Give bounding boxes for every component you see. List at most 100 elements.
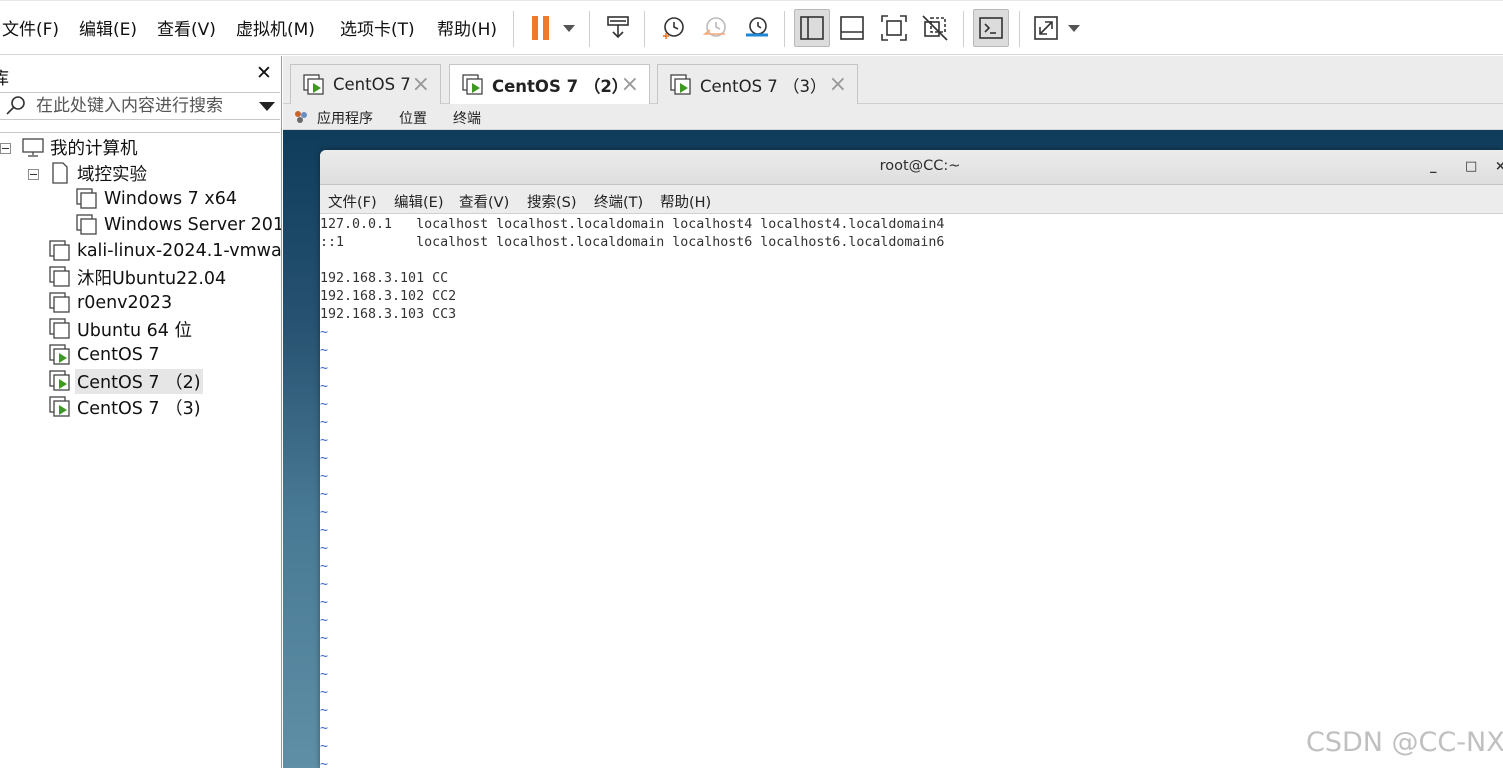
- applications-menu[interactable]: 应用程序: [317, 108, 373, 128]
- vm-icon: [49, 292, 70, 313]
- toolbar-separator: [784, 11, 785, 47]
- tree-item-label: r0env2023: [77, 293, 173, 313]
- pause-icon: [532, 16, 549, 40]
- vm-running-icon: [303, 73, 324, 95]
- places-menu[interactable]: 位置: [399, 108, 427, 128]
- tab-label: CentOS 7 （2）: [492, 77, 629, 96]
- vim-tilde-line: ~: [320, 613, 329, 628]
- show-library-button[interactable]: [794, 9, 830, 47]
- vim-tilde-line: ~: [320, 559, 329, 574]
- menu-view[interactable]: 查看(V): [157, 15, 216, 40]
- tree-item-label: 沐阳Ubuntu22.04: [77, 268, 227, 289]
- show-thumbnail-icon: [840, 16, 864, 40]
- menu-file[interactable]: 文件(F): [2, 15, 59, 40]
- folder-icon: [52, 162, 68, 184]
- terminal-menu-file[interactable]: 文件(F): [328, 191, 377, 212]
- tree-item-centos7[interactable]: CentOS 7: [49, 343, 162, 367]
- menu-tabs[interactable]: 选项卡(T): [340, 15, 415, 40]
- terminal-line: ::1 localhost localhost.localdomain loca…: [320, 235, 945, 250]
- guest-top-panel: 应用程序 位置 终端: [283, 104, 1503, 130]
- terminal-menu-terminal[interactable]: 终端(T): [594, 191, 643, 212]
- vim-tilde-line: ~: [320, 739, 329, 754]
- vim-tilde-line: ~: [320, 757, 329, 768]
- vm-icon: [76, 214, 97, 235]
- tab-centos7[interactable]: CentOS 7 ×: [290, 64, 441, 104]
- tab-close-button[interactable]: ×: [412, 72, 430, 97]
- vim-tilde-line: ~: [320, 523, 329, 538]
- full-screen-button[interactable]: [876, 9, 912, 47]
- stretch-guest-icon: [1034, 16, 1058, 40]
- tree-item-domain-lab-folder[interactable]: 域控实验: [49, 161, 149, 185]
- tab-label: CentOS 7 （3）: [700, 76, 827, 96]
- menu-vm[interactable]: 虚拟机(M): [236, 15, 315, 40]
- tree-item-centos7-3[interactable]: CentOS 7 （3): [49, 395, 203, 419]
- tree-item-kali[interactable]: kali-linux-2024.1-vmware: [49, 239, 281, 263]
- stretch-dropdown-arrow[interactable]: [1068, 25, 1080, 32]
- tree-item-ubuntu2204[interactable]: 沐阳Ubuntu22.04: [49, 265, 228, 289]
- tree-item-label: Windows 7 x64: [104, 189, 238, 209]
- pause-button[interactable]: [523, 9, 559, 47]
- library-search: [0, 92, 280, 120]
- stretch-guest-button[interactable]: [1028, 9, 1064, 47]
- library-search-input[interactable]: [36, 94, 250, 118]
- vim-tilde-line: ~: [320, 451, 329, 466]
- toolbar-separator: [589, 11, 590, 47]
- tree-item-r0env2023[interactable]: r0env2023: [49, 291, 174, 315]
- toolbar-separator: [963, 11, 964, 47]
- tree-item-windows-server[interactable]: Windows Server 2019: [76, 213, 281, 237]
- vim-tilde-line: ~: [320, 649, 329, 664]
- library-close-button[interactable]: ✕: [256, 62, 272, 84]
- terminal-content[interactable]: 127.0.0.1 localhost localhost.localdomai…: [320, 214, 1503, 768]
- console-view-button[interactable]: [973, 9, 1009, 47]
- vm-running-icon: [49, 396, 70, 417]
- vim-tilde-line: ~: [320, 667, 329, 682]
- close-button[interactable]: ×: [1495, 159, 1503, 174]
- vim-tilde-line: ~: [320, 361, 329, 376]
- take-snapshot-button[interactable]: [655, 9, 691, 47]
- console-view-icon: [979, 17, 1003, 39]
- tree-item-windows7[interactable]: Windows 7 x64: [76, 187, 239, 211]
- vim-tilde-line: ~: [320, 325, 329, 340]
- tab-label: CentOS 7: [333, 75, 411, 94]
- snapshot-manager-button[interactable]: [739, 9, 775, 47]
- menu-edit[interactable]: 编辑(E): [79, 15, 137, 40]
- vim-tilde-line: ~: [320, 415, 329, 430]
- vim-tilde-line: ~: [320, 595, 329, 610]
- search-dropdown-arrow[interactable]: [259, 102, 275, 111]
- unity-button[interactable]: [917, 9, 953, 47]
- terminal-titlebar[interactable]: root@CC:~ _ □ ×: [320, 150, 1503, 185]
- terminal-menu-edit[interactable]: 编辑(E): [394, 191, 443, 212]
- terminal-menu-search[interactable]: 搜索(S): [527, 191, 577, 212]
- menu-help[interactable]: 帮助(H): [437, 15, 497, 40]
- terminal-menu-help[interactable]: 帮助(H): [660, 191, 711, 212]
- maximize-button[interactable]: □: [1465, 159, 1477, 174]
- terminal-menu-view[interactable]: 查看(V): [459, 191, 509, 212]
- tab-centos7-3[interactable]: CentOS 7 （3） ×: [657, 64, 858, 104]
- send-ctrl-alt-del-button[interactable]: [600, 9, 636, 47]
- vm-icon: [49, 318, 70, 339]
- vim-tilde-line: ~: [320, 505, 329, 520]
- vim-tilde-line: ~: [320, 631, 329, 646]
- search-icon: [6, 96, 25, 115]
- terminal-title: root@CC:~: [879, 158, 961, 174]
- pause-dropdown-arrow[interactable]: [563, 25, 575, 32]
- applications-icon: [295, 111, 307, 123]
- tree-item-my-computer[interactable]: 我的计算机: [22, 135, 140, 159]
- tab-close-button[interactable]: ×: [621, 72, 639, 97]
- show-thumbnail-bar-button[interactable]: [834, 9, 870, 47]
- vm-running-icon: [670, 73, 691, 95]
- tree-item-ubuntu64[interactable]: Ubuntu 64 位: [49, 317, 194, 341]
- snapshot-icon: [663, 17, 684, 39]
- tab-centos7-2[interactable]: CentOS 7 （2） ×: [449, 64, 650, 105]
- terminal-menu[interactable]: 终端: [453, 108, 481, 128]
- terminal-line: 127.0.0.1 localhost localhost.localdomai…: [320, 217, 945, 232]
- tree-item-centos7-2[interactable]: CentOS 7 （2): [49, 368, 203, 394]
- tab-close-button[interactable]: ×: [829, 72, 847, 97]
- vim-tilde-line: ~: [320, 433, 329, 448]
- minimize-button[interactable]: _: [1430, 159, 1437, 174]
- unity-off-icon: [922, 15, 948, 41]
- tree-collapse-toggle[interactable]: [28, 169, 39, 180]
- library-title: 库: [0, 64, 9, 89]
- tree-collapse-toggle[interactable]: [0, 143, 11, 154]
- revert-snapshot-button[interactable]: [697, 9, 733, 47]
